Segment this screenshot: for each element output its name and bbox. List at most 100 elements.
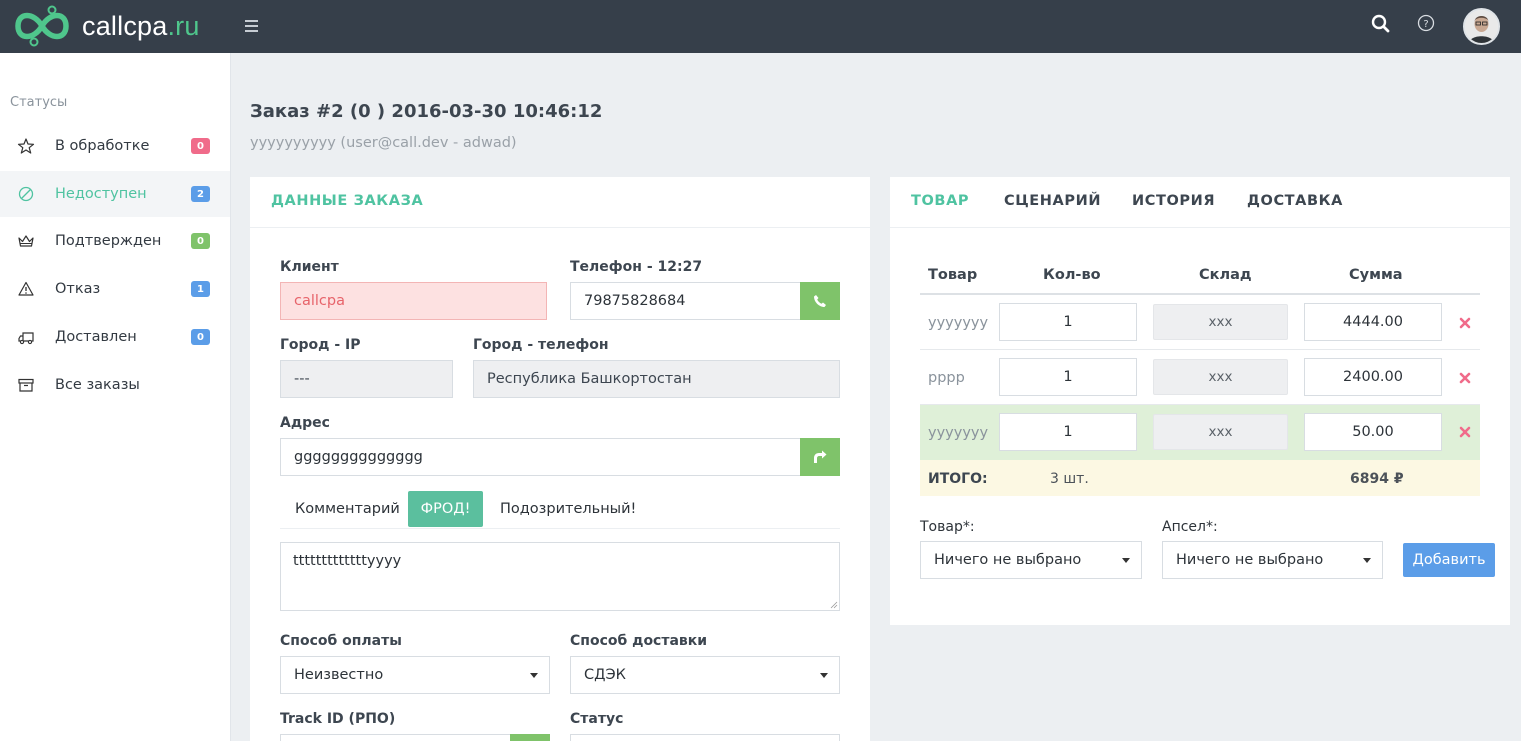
- logo[interactable]: callcpa.ru: [12, 4, 200, 48]
- directions-icon: [814, 450, 827, 463]
- tab-product[interactable]: ТОВАР: [911, 193, 969, 209]
- product-name: yyyyyyy: [928, 315, 989, 331]
- help-icon[interactable]: ?: [1415, 12, 1439, 36]
- resize-grip-icon[interactable]: [830, 601, 838, 609]
- payment-select[interactable]: Неизвестно: [280, 656, 550, 694]
- column-header-store: Склад: [1199, 267, 1252, 283]
- add-button[interactable]: Добавить: [1403, 543, 1495, 577]
- phone-input[interactable]: 79875828684: [570, 282, 801, 320]
- comment-textarea[interactable]: tttttttttttttyyyy: [280, 542, 840, 611]
- product-select-label: Товар*:: [920, 519, 975, 535]
- tab-scenario[interactable]: СЦЕНАРИЙ: [1004, 193, 1101, 209]
- product-select[interactable]: Ничего не выбрано: [920, 541, 1142, 579]
- truck-icon: [18, 332, 34, 345]
- client-input[interactable]: callcpa: [280, 282, 547, 320]
- city-phone-field: Республика Башкортостан: [473, 360, 840, 398]
- status-badge: 1: [191, 281, 210, 297]
- call-button[interactable]: [800, 282, 840, 320]
- sidebar-item-label: В обработке: [55, 138, 150, 154]
- logo-infinity-icon: [15, 5, 69, 47]
- sidebar-title: Статусы: [10, 95, 68, 110]
- chevron-down-icon: [1122, 558, 1130, 563]
- qty-input[interactable]: 1: [999, 358, 1137, 396]
- qty-input[interactable]: 1: [999, 413, 1137, 451]
- card-header: ДАННЫЕ ЗАКАЗА: [250, 177, 870, 228]
- upsell-select-value: Ничего не выбрано: [1176, 552, 1324, 568]
- delete-icon[interactable]: [1459, 372, 1471, 384]
- sidebar-item-all-orders[interactable]: Все заказы: [0, 362, 230, 408]
- track-button[interactable]: [510, 734, 550, 741]
- star-icon: [17, 138, 35, 154]
- sidebar-item-label: Подтвержден: [55, 233, 162, 249]
- sidebar-item-delivered[interactable]: Доставлен 0: [0, 314, 230, 360]
- qty-input[interactable]: 1: [999, 303, 1137, 341]
- product-name: pppp: [928, 370, 965, 386]
- menu-icon[interactable]: [243, 15, 261, 37]
- sidebar-item-label: Недоступен: [55, 186, 147, 202]
- delivery-label: Способ доставки: [570, 633, 708, 649]
- chevron-down-icon: [1363, 558, 1371, 563]
- row-divider: [920, 349, 1480, 350]
- sidebar-item-label: Отказ: [55, 281, 101, 297]
- svg-text:?: ?: [1423, 19, 1428, 30]
- upsell-select[interactable]: Ничего не выбрано: [1162, 541, 1383, 579]
- ban-icon: [18, 186, 34, 202]
- crown-icon: [18, 235, 34, 247]
- search-icon[interactable]: [1369, 12, 1393, 36]
- city-ip-label: Город - IP: [280, 337, 361, 353]
- page-subtitle: yyyyyyyyyy (user@call.dev - adwad): [250, 135, 517, 151]
- table-header-line: [920, 293, 1480, 295]
- user-avatar[interactable]: [1463, 8, 1500, 45]
- delete-icon[interactable]: [1459, 317, 1471, 329]
- card-title: ДАННЫЕ ЗАКАЗА: [271, 193, 424, 209]
- archive-icon: [18, 378, 34, 392]
- warning-icon: [18, 281, 34, 296]
- page-title: Заказ #2 (0 ) 2016-03-30 10:46:12: [250, 101, 603, 122]
- column-header-qty: Кол-во: [1043, 267, 1101, 283]
- divider: [280, 528, 840, 529]
- store-field: xxx: [1153, 304, 1288, 340]
- payment-value: Неизвестно: [294, 667, 384, 683]
- status-badge: 0: [191, 233, 210, 249]
- status-select[interactable]: [570, 734, 840, 741]
- client-label: Клиент: [280, 259, 339, 275]
- sidebar: Статусы В обработке 0 Недоступен 2 Подтв…: [0, 53, 231, 741]
- store-field: xxx: [1153, 359, 1288, 395]
- track-label: Track ID (РПО): [280, 711, 396, 727]
- store-field: xxx: [1153, 414, 1288, 450]
- product-select-value: Ничего не выбрано: [934, 552, 1082, 568]
- sidebar-item-processing[interactable]: В обработке 0: [0, 123, 230, 169]
- phone-label: Телефон - 12:27: [570, 259, 703, 275]
- tab-comment[interactable]: Комментарий: [295, 501, 400, 517]
- sum-input[interactable]: 50.00: [1304, 413, 1442, 451]
- fraud-button[interactable]: ФРОД!: [408, 491, 483, 527]
- product-name: yyyyyyy: [928, 425, 989, 441]
- sidebar-item-refused[interactable]: Отказ 1: [0, 266, 230, 312]
- status-label: Статус: [570, 711, 624, 727]
- chevron-down-icon: [820, 673, 828, 678]
- sidebar-item-confirmed[interactable]: Подтвержден 0: [0, 218, 230, 264]
- city-phone-label: Город - телефон: [473, 337, 609, 353]
- sidebar-item-label: Доставлен: [55, 329, 137, 345]
- tab-history[interactable]: ИСТОРИЯ: [1132, 193, 1215, 209]
- address-map-button[interactable]: [800, 438, 840, 476]
- address-input[interactable]: gggggggggggggg: [280, 438, 801, 476]
- sum-input[interactable]: 4444.00: [1304, 303, 1442, 341]
- comment-text: tttttttttttttyyyy: [293, 553, 402, 569]
- delivery-value: СДЭК: [584, 667, 626, 683]
- tab-suspicious[interactable]: Подозрительный!: [500, 501, 636, 517]
- delivery-select[interactable]: СДЭК: [570, 656, 840, 694]
- address-label: Адрес: [280, 415, 330, 431]
- delete-icon[interactable]: [1459, 426, 1471, 438]
- payment-label: Способ оплаты: [280, 633, 402, 649]
- column-header-product: Товар: [928, 267, 978, 283]
- sidebar-item-unavailable[interactable]: Недоступен 2: [0, 171, 230, 217]
- top-navbar: callcpa.ru ?: [0, 0, 1521, 53]
- city-ip-field: ---: [280, 360, 453, 398]
- status-badge: 0: [191, 138, 210, 154]
- upsell-select-label: Апсел*:: [1162, 519, 1218, 535]
- tab-delivery[interactable]: ДОСТАВКА: [1247, 193, 1343, 209]
- sum-input[interactable]: 2400.00: [1304, 358, 1442, 396]
- status-badge: 2: [191, 186, 210, 202]
- track-input[interactable]: [280, 734, 511, 741]
